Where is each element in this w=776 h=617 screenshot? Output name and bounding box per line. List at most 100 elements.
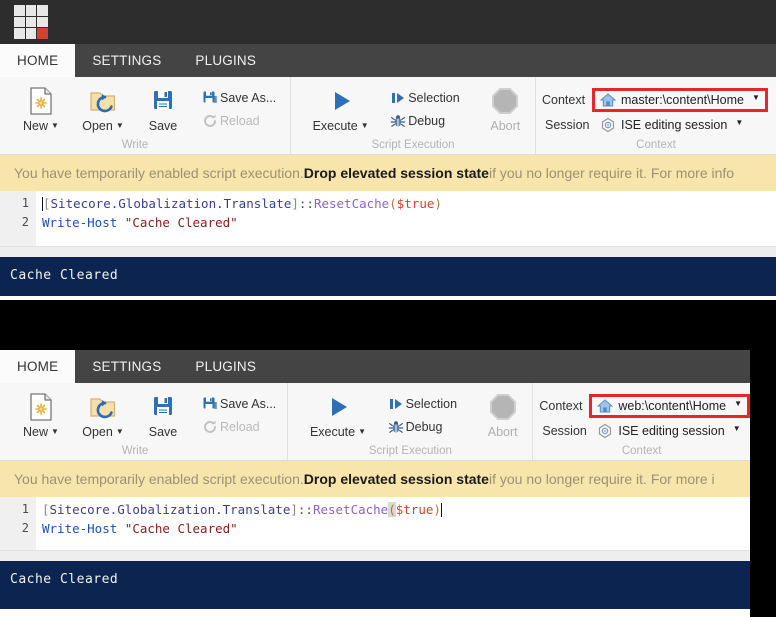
new-button-label: New ▼ [23,119,59,133]
sitecore-logo[interactable] [14,5,48,39]
line-code: [Sitecore.Globalization.Translate]::Rese… [36,194,442,213]
open-button[interactable]: Open ▼ [72,81,134,133]
open-folder-icon [89,392,117,422]
reload-icon [200,419,220,435]
debug-label: Debug [408,113,446,128]
ise-panel-top: HOME SETTINGS PLUGINS New ▼ Open ▼ Save … [0,0,776,300]
code-token: ResetCache [313,196,390,211]
execute-button-label: Execute ▼ [309,425,367,439]
open-button[interactable]: Open ▼ [72,387,134,439]
tab-settings[interactable]: SETTINGS [75,44,178,77]
new-button-label: New ▼ [23,425,59,439]
code-token: ) [434,196,442,211]
tab-home[interactable]: HOME [0,350,76,383]
save-as-button[interactable]: Save As... [198,86,282,109]
debug-button[interactable]: Debug [386,109,465,132]
code-token: :: [298,196,314,211]
abort-button-label: Abort [487,425,518,439]
ribbon-group-script-execution: Execute ▼ Selection Debug Abort Script E… [290,77,535,154]
selection-play-icon [386,396,406,412]
tab-home[interactable]: HOME [0,44,76,77]
abort-button: Abort [473,387,532,439]
chevron-down-icon: ▼ [115,427,124,436]
debug-label: Debug [405,419,443,434]
warning-suffix: if you no longer require it. For more in… [488,165,735,181]
tab-plugins[interactable]: PLUGINS [178,44,273,77]
line-code: Write-Host "Cache Cleared" [36,519,238,538]
save-button[interactable]: Save [134,387,192,439]
ribbon: New ▼ Open ▼ Save Save As... Reload Writ… [0,383,750,461]
code-token: "Cache Cleared" [124,521,238,536]
script-exec-secondary-buttons: Selection Debug [384,387,463,438]
group-label-context: Context [636,139,676,151]
code-token-bracket-match: ( [388,502,396,517]
session-selector[interactable]: ISE editing session ▼ [595,116,748,134]
selection-button[interactable]: Selection [386,86,465,109]
script-editor[interactable]: 1 [Sitecore.Globalization.Translate]::Re… [0,497,750,550]
session-value: ISE editing session [621,117,728,132]
selection-play-icon [388,90,408,106]
logo-cell [37,5,48,16]
new-button[interactable]: New ▼ [10,81,72,133]
code-token: Write-Host [42,215,118,230]
reload-icon [200,113,220,129]
execute-button-label: Execute ▼ [312,119,369,133]
warning-suffix: if you no longer require it. For more i [488,471,715,487]
warning-prefix: You have temporarily enabled script exec… [14,165,304,181]
save-button[interactable]: Save [134,81,192,133]
execute-button[interactable]: Execute ▼ [305,81,376,133]
selection-button[interactable]: Selection [384,392,463,415]
open-folder-icon [89,86,117,116]
ribbon-group-write: New ▼ Open ▼ Save Save As... Reload Writ… [0,383,287,460]
chevron-down-icon: ▼ [734,399,742,408]
context-value: web:\content\Home [618,398,727,413]
ribbon-group-script-execution: Execute ▼ Selection Debug Abort Script E… [287,383,532,460]
write-secondary-buttons: Save As... Reload [198,387,282,438]
ribbon-tabstrip: HOME SETTINGS PLUGINS [0,350,750,383]
elevated-session-warning: You have temporarily enabled script exec… [0,461,750,497]
chevron-down-icon: ▼ [51,121,59,130]
line-code: Write-Host "Cache Cleared" [36,213,238,232]
bug-icon [388,113,408,129]
reload-label: Reload [220,419,260,434]
save-button-label: Save [148,119,178,133]
save-as-button[interactable]: Save As... [198,392,282,415]
open-button-label: Open ▼ [82,425,124,439]
code-token: ] [291,196,299,211]
session-selector[interactable]: ISE editing session ▼ [592,422,745,440]
save-as-label: Save As... [220,396,277,411]
context-row: Context master:\content\Home ▼ [536,87,776,112]
new-button[interactable]: New ▼ [10,387,72,439]
drop-elevated-session-link[interactable]: Drop elevated session state [304,165,489,181]
floppy-save-icon [150,392,176,422]
console-output-line: Cache Cleared [10,268,119,283]
logo-cell-accent [37,28,48,39]
context-selector[interactable]: web:\content\Home ▼ [589,393,750,418]
script-editor[interactable]: 1 [Sitecore.Globalization.Translate]::Re… [0,191,776,246]
tab-settings[interactable]: SETTINGS [75,350,178,383]
context-selector[interactable]: master:\content\Home ▼ [592,87,768,112]
logo-cell [25,5,37,16]
editor-line: 1 [Sitecore.Globalization.Translate]::Re… [0,194,776,213]
execute-button[interactable]: Execute ▼ [302,387,373,439]
drop-elevated-session-link[interactable]: Drop elevated session state [304,471,489,487]
write-secondary-buttons: Save As... Reload [198,81,282,132]
save-button-label: Save [148,425,178,439]
editor-line: 1 [Sitecore.Globalization.Translate]::Re… [0,500,750,519]
code-token: "Cache Cleared" [124,215,238,230]
group-label-script-execution: Script Execution [368,445,452,457]
panel-separator [0,300,776,350]
logo-cell [25,28,37,39]
editor-line: 2 Write-Host "Cache Cleared" [0,519,750,538]
tab-plugins[interactable]: PLUGINS [178,350,273,383]
session-row: Session ISE editing session ▼ [536,112,776,137]
logo-cell [37,16,48,28]
ise-panel-bottom: HOME SETTINGS PLUGINS New ▼ Open ▼ Save … [0,350,750,617]
editor-console-divider [0,550,750,561]
code-token: Write-Host [42,521,118,536]
code-token: Sitecore.Globalization.Translate [49,502,291,517]
ribbon-tabstrip: HOME SETTINGS PLUGINS [0,44,776,77]
octagon-stop-icon [488,392,518,422]
chevron-down-icon: ▼ [735,118,744,127]
debug-button[interactable]: Debug [384,415,463,438]
